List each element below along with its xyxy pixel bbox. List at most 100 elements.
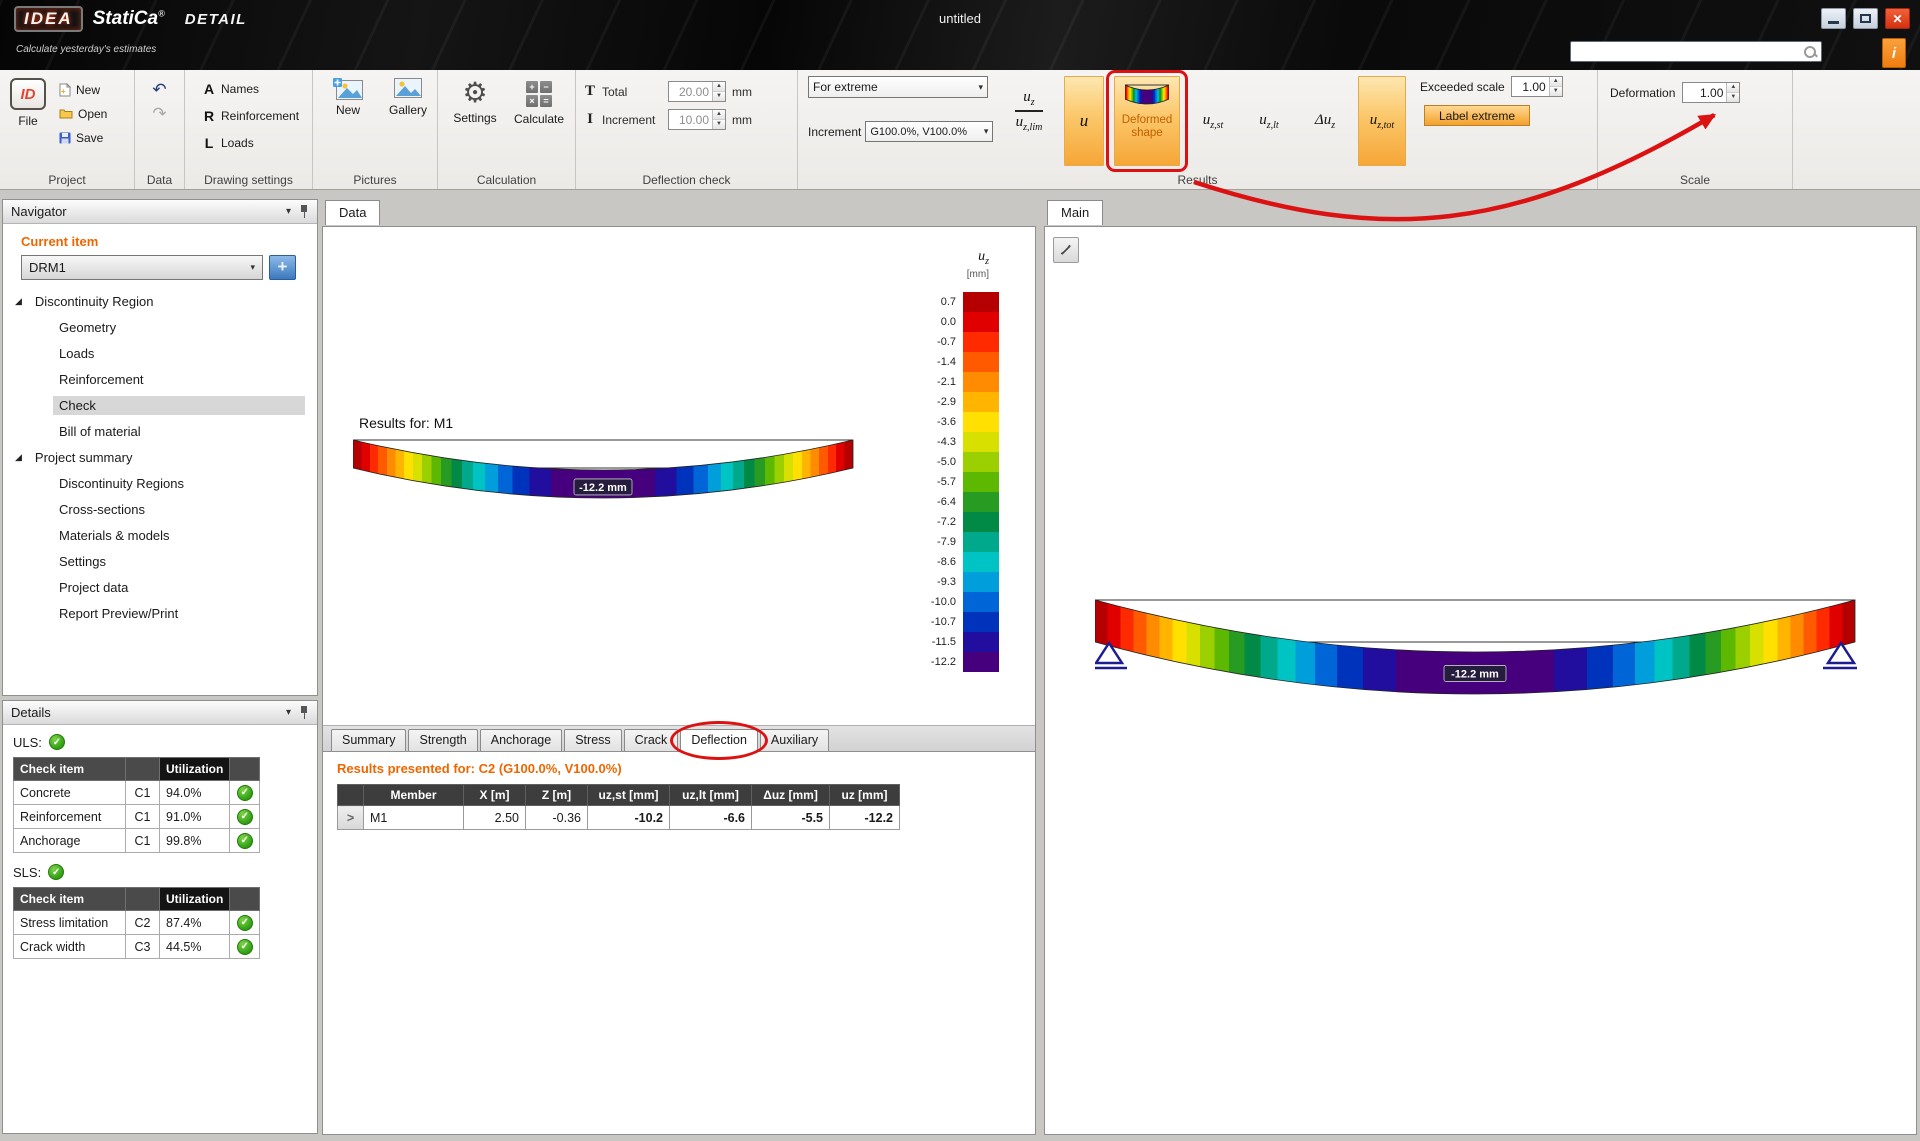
redo-button[interactable]: ↷ xyxy=(152,106,166,122)
legend-swatch xyxy=(963,652,999,672)
tree-item-discontinuity-region[interactable]: ◢Discontinuity Region xyxy=(3,288,317,314)
result-tab-strength[interactable]: Strength xyxy=(408,729,477,751)
legend-entry: -9.3 xyxy=(931,572,999,592)
result-tab-crack[interactable]: Crack xyxy=(624,729,679,751)
legend-entry: -4.3 xyxy=(931,432,999,452)
legend-value: -12.2 xyxy=(931,656,963,668)
uzst-button[interactable]: uz,st xyxy=(1190,76,1236,166)
close-button[interactable]: ✕ xyxy=(1885,8,1910,29)
tree-item-report-preview-print[interactable]: Report Preview/Print xyxy=(3,600,317,626)
details-panel: Details ▾ ULS: ✓ Check itemUtilizationCo… xyxy=(2,700,318,1134)
data-canvas: uz [mm] 0.70.0-0.7-1.4-2.1-2.9-3.6-4.3-5… xyxy=(323,227,1035,725)
picture-new-button[interactable]: New xyxy=(321,78,375,117)
legend-value: -10.0 xyxy=(931,596,963,608)
result-tab-stress[interactable]: Stress xyxy=(564,729,621,751)
info-button[interactable]: i xyxy=(1882,38,1906,68)
spinner-arrows-icon[interactable]: ▲▼ xyxy=(1726,83,1739,102)
legend-value: -11.5 xyxy=(932,636,963,648)
label-extreme-button[interactable]: Label extreme xyxy=(1424,105,1530,126)
maximize-button[interactable] xyxy=(1853,8,1878,29)
names-toggle[interactable]: A Names xyxy=(199,78,312,99)
search-box[interactable] xyxy=(1570,41,1822,62)
chevron-down-icon: ▾ xyxy=(974,82,983,93)
loads-toggle[interactable]: L Loads xyxy=(199,132,312,153)
uztot-button[interactable]: uz,tot xyxy=(1358,76,1406,166)
tab-main[interactable]: Main xyxy=(1047,200,1103,225)
group-label-drawing: Drawing settings xyxy=(185,173,312,187)
check-ok-icon: ✓ xyxy=(49,734,65,750)
document-title: untitled xyxy=(939,11,981,26)
tagline: Calculate yesterday's estimates xyxy=(16,44,156,55)
total-spinner[interactable]: 20.00 ▲▼ xyxy=(668,81,726,102)
panel-dropdown-icon[interactable]: ▾ xyxy=(286,707,291,718)
tree-item-bill-of-material[interactable]: Bill of material xyxy=(3,418,317,444)
reinforcement-icon: R xyxy=(202,108,216,124)
result-tab-deflection[interactable]: Deflection xyxy=(680,729,758,752)
spinner-arrows-icon[interactable]: ▲▼ xyxy=(1549,77,1562,96)
navigator-title: Navigator xyxy=(11,204,67,219)
tree-item-cross-sections[interactable]: Cross-sections xyxy=(3,496,317,522)
idea-logo-box: IDEA xyxy=(14,6,83,32)
fit-to-view-button[interactable] xyxy=(1053,237,1079,263)
tree-item-loads[interactable]: Loads xyxy=(3,340,317,366)
new-button[interactable]: + New xyxy=(56,79,110,100)
pin-icon[interactable] xyxy=(299,706,309,719)
maximize-icon xyxy=(1860,14,1871,23)
tree-item-project-summary[interactable]: ◢Project summary xyxy=(3,444,317,470)
row-expander[interactable]: > xyxy=(338,806,364,830)
tree-item-settings[interactable]: Settings xyxy=(3,548,317,574)
save-button[interactable]: Save xyxy=(56,127,110,148)
tree-item-geometry[interactable]: Geometry xyxy=(3,314,317,340)
deformed-shape-button[interactable]: Deformed shape xyxy=(1114,76,1180,166)
result-tab-anchorage[interactable]: Anchorage xyxy=(480,729,562,751)
deformed-shape-icon xyxy=(1125,84,1169,110)
tab-data[interactable]: Data xyxy=(325,200,380,225)
tree-item-project-data[interactable]: Project data xyxy=(3,574,317,600)
fraction-line xyxy=(1015,110,1043,112)
tree-item-check[interactable]: Check xyxy=(3,392,317,418)
panel-dropdown-icon[interactable]: ▾ xyxy=(286,206,291,217)
legend-swatch xyxy=(963,512,999,532)
open-button[interactable]: Open xyxy=(56,103,110,124)
results-row[interactable]: >M12.50-0.36-10.2-6.6-5.5-12.2 xyxy=(338,806,900,830)
idea-logo-text: IDEA xyxy=(24,9,73,29)
details-row: AnchorageC199.8%✓ xyxy=(14,829,260,853)
increment-spinner[interactable]: 10.00 ▲▼ xyxy=(668,109,726,130)
legend-swatch xyxy=(963,452,999,472)
tree-item-reinforcement[interactable]: Reinforcement xyxy=(3,366,317,392)
add-item-button[interactable]: + xyxy=(269,255,296,280)
tree-item-discontinuity-regions[interactable]: Discontinuity Regions xyxy=(3,470,317,496)
spinner-arrows-icon[interactable]: ▲▼ xyxy=(712,82,725,101)
gallery-button[interactable]: Gallery xyxy=(381,78,435,117)
deformation-spinner[interactable]: 1.00 ▲▼ xyxy=(1682,82,1740,103)
legend-value: -5.0 xyxy=(937,456,963,468)
group-label-project: Project xyxy=(0,173,134,187)
search-icon[interactable] xyxy=(1802,44,1818,60)
uzlt-button[interactable]: uz,lt xyxy=(1246,76,1292,166)
legend-value: -9.3 xyxy=(937,576,963,588)
uz-over-uzlim-button[interactable]: uz uz,lim xyxy=(1004,80,1054,142)
file-button[interactable]: ID File xyxy=(10,78,46,148)
u-button[interactable]: u xyxy=(1064,76,1104,166)
minimize-button[interactable] xyxy=(1821,8,1846,29)
delta-uz-button[interactable]: Δuz xyxy=(1302,76,1348,166)
search-input[interactable] xyxy=(1571,43,1802,60)
result-tab-auxiliary[interactable]: Auxiliary xyxy=(760,729,829,751)
calculate-button[interactable]: + − × = Calculate xyxy=(512,78,566,126)
current-item-combo[interactable]: DRM1 ▾ xyxy=(21,255,263,280)
legend-swatch xyxy=(963,412,999,432)
exceeded-scale-spinner[interactable]: 1.00 ▲▼ xyxy=(1511,76,1563,97)
legend-unit: [mm] xyxy=(931,269,989,280)
result-tab-summary[interactable]: Summary xyxy=(331,729,406,751)
extreme-combo[interactable]: For extreme ▾ xyxy=(808,76,988,98)
undo-button[interactable]: ↶ xyxy=(152,82,166,98)
pin-icon[interactable] xyxy=(299,205,309,218)
open-folder-icon xyxy=(59,108,73,119)
increment-combo[interactable]: G100.0%, V100.0% ▾ xyxy=(865,121,993,142)
tree-item-materials-models[interactable]: Materials & models xyxy=(3,522,317,548)
reinforcement-toggle[interactable]: R Reinforcement xyxy=(199,105,312,126)
spinner-arrows-icon[interactable]: ▲▼ xyxy=(712,110,725,129)
titlebar: IDEA StatiCa® DETAIL Calculate yesterday… xyxy=(0,0,1920,70)
settings-button[interactable]: ⚙ Settings xyxy=(448,78,502,126)
details-header: Details ▾ xyxy=(3,701,317,725)
